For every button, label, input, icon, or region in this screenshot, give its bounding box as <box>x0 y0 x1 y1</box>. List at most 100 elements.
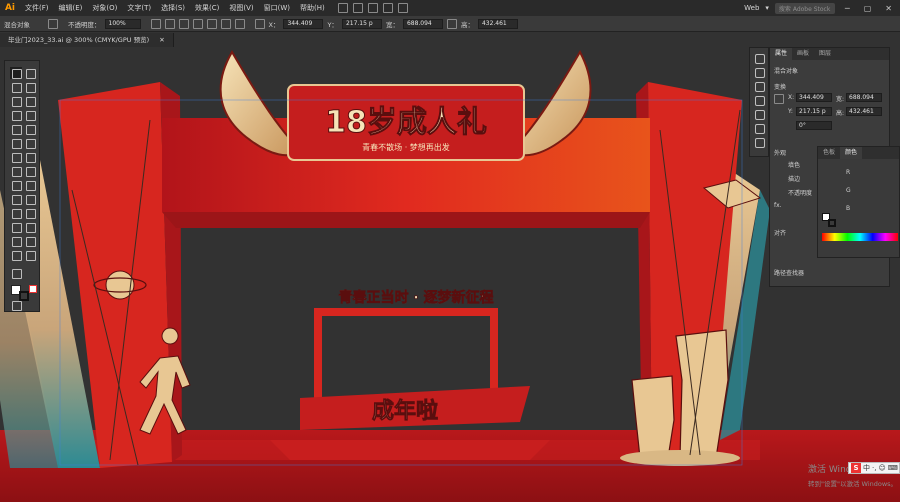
tab-color[interactable]: 颜色 <box>840 147 863 159</box>
align-middle-icon[interactable] <box>220 18 231 29</box>
align-right-icon[interactable] <box>192 18 203 29</box>
y-field[interactable]: 217.15 p <box>341 18 382 29</box>
paintbrush-tool-icon[interactable] <box>24 123 36 135</box>
eyedropper-tool-icon[interactable] <box>24 207 36 219</box>
shaper-tool-icon[interactable] <box>10 137 22 149</box>
layout-icon[interactable] <box>337 3 348 13</box>
menu-view[interactable]: 视图(V) <box>224 3 258 13</box>
top-beam-bottom <box>162 212 650 228</box>
draw-mode-icon[interactable] <box>10 299 22 311</box>
x-field[interactable]: 344.409 <box>283 18 324 29</box>
send-icon[interactable] <box>397 3 408 13</box>
ime-punct-icon[interactable]: ·, <box>872 464 876 472</box>
play-actions-icon[interactable] <box>755 82 765 92</box>
mesh-tool-icon[interactable] <box>24 193 36 205</box>
ime-keyboard-icon[interactable]: ⌨ <box>888 464 898 472</box>
prop-w-label: 宽: <box>836 96 845 103</box>
menu-effect[interactable]: 效果(C) <box>190 3 224 13</box>
shape-builder-tool-icon[interactable] <box>10 179 22 191</box>
eraser-tool-icon[interactable] <box>24 137 36 149</box>
symbol-sprayer-tool-icon[interactable] <box>24 221 36 233</box>
magic-wand-tool-icon[interactable] <box>10 81 22 93</box>
stock-search-input[interactable]: 搜索 Adobe Stock <box>774 2 835 14</box>
document-tab[interactable]: 毕业门2023_33.ai @ 300% (CMYK/GPU 预览) ✕ <box>0 33 174 47</box>
brush-icon[interactable] <box>382 3 393 13</box>
opacity-field[interactable]: 100% <box>104 18 141 29</box>
appearance-section-title: 外观 <box>774 150 787 157</box>
align-top-icon[interactable] <box>206 18 217 29</box>
workspace-name[interactable]: Web <box>744 4 759 12</box>
arrange-icon[interactable] <box>352 3 363 13</box>
color-stroke-swatch-icon[interactable] <box>828 219 836 227</box>
prop-w-field[interactable]: 688.094 <box>846 93 882 102</box>
prop-x-field[interactable]: 344.409 <box>796 93 832 102</box>
restore-icon[interactable]: ▢ <box>860 4 876 13</box>
chevron-down-icon[interactable]: ▾ <box>765 4 769 12</box>
width-field[interactable]: 688.094 <box>402 18 443 29</box>
menu-help[interactable]: 帮助(H) <box>295 3 330 13</box>
stroke-swatch-icon[interactable] <box>48 18 58 29</box>
menu-window[interactable]: 窗口(W) <box>259 3 295 13</box>
artboard-tool-icon[interactable] <box>24 235 36 247</box>
transform-panel-icon[interactable] <box>755 110 765 120</box>
ref-point-icon[interactable] <box>774 94 784 104</box>
link-icon[interactable] <box>446 18 457 29</box>
info-panel-icon[interactable] <box>755 96 765 106</box>
recolor-icon[interactable] <box>150 18 161 29</box>
selection-tool-icon[interactable] <box>10 67 22 79</box>
tab-properties[interactable]: 属性 <box>770 48 793 60</box>
perspective-grid-tool-icon[interactable] <box>10 193 22 205</box>
color-spectrum-slider[interactable] <box>822 233 898 241</box>
grid-icon[interactable] <box>367 3 378 13</box>
tab-layers[interactable]: 图层 <box>814 48 836 60</box>
rotate-tool-icon[interactable] <box>10 151 22 163</box>
menu-type[interactable]: 文字(T) <box>122 3 156 13</box>
menu-edit[interactable]: 编辑(E) <box>54 3 88 13</box>
fx-icon[interactable]: fx. <box>774 202 782 209</box>
none-swatch-icon[interactable] <box>29 285 37 293</box>
tab-close-icon[interactable]: ✕ <box>159 36 164 44</box>
close-icon[interactable]: ✕ <box>881 4 896 13</box>
curvature-tool-icon[interactable] <box>24 95 36 107</box>
pen-tool-icon[interactable] <box>10 95 22 107</box>
opacity-label: 不透明度： <box>68 20 101 29</box>
ime-lang-label[interactable]: 中 <box>863 463 870 473</box>
reference-point-icon[interactable] <box>254 18 265 29</box>
blend-tool-icon[interactable] <box>10 221 22 233</box>
width-tool-icon[interactable] <box>10 165 22 177</box>
ime-emoji-icon[interactable]: ☺ <box>878 464 885 472</box>
rectangle-tool-icon[interactable] <box>10 123 22 135</box>
help-icon[interactable] <box>10 267 22 279</box>
properties-selection-type: 混合对象 <box>774 68 799 75</box>
gradient-tool-icon[interactable] <box>10 207 22 219</box>
menu-file[interactable]: 文件(F) <box>20 3 54 13</box>
align-center-icon[interactable] <box>178 18 189 29</box>
properties-panel-icon[interactable] <box>755 54 765 64</box>
tab-swatches[interactable]: 色板 <box>818 147 840 159</box>
prop-angle-field[interactable]: 0° <box>796 121 832 130</box>
prop-h-field[interactable]: 432.461 <box>846 107 882 116</box>
align-bottom-icon[interactable] <box>234 18 245 29</box>
direct-selection-tool-icon[interactable] <box>24 67 36 79</box>
hand-tool-icon[interactable] <box>10 249 22 261</box>
menu-object[interactable]: 对象(O) <box>87 3 122 13</box>
libraries-panel-icon[interactable] <box>755 68 765 78</box>
free-transform-tool-icon[interactable] <box>24 165 36 177</box>
appearance-panel-icon[interactable] <box>755 138 765 148</box>
lasso-tool-icon[interactable] <box>24 81 36 93</box>
type-tool-icon[interactable] <box>10 109 22 121</box>
bottom-text: 成年啦 <box>372 398 438 424</box>
scale-tool-icon[interactable] <box>24 151 36 163</box>
graph-tool-icon[interactable] <box>10 235 22 247</box>
zoom-tool-icon[interactable] <box>24 249 36 261</box>
prop-y-field[interactable]: 217.15 p <box>796 107 832 116</box>
height-field[interactable]: 432.461 <box>477 18 518 29</box>
minimize-icon[interactable]: ─ <box>841 4 854 13</box>
line-tool-icon[interactable] <box>24 109 36 121</box>
live-paint-tool-icon[interactable] <box>24 179 36 191</box>
align-left-icon[interactable] <box>164 18 175 29</box>
tab-artboards[interactable]: 画板 <box>792 48 814 60</box>
symbols-panel-icon[interactable] <box>755 124 765 134</box>
ime-toolbar[interactable]: S 中 ·, ☺ ⌨ <box>848 462 900 474</box>
menu-select[interactable]: 选择(S) <box>156 3 190 13</box>
